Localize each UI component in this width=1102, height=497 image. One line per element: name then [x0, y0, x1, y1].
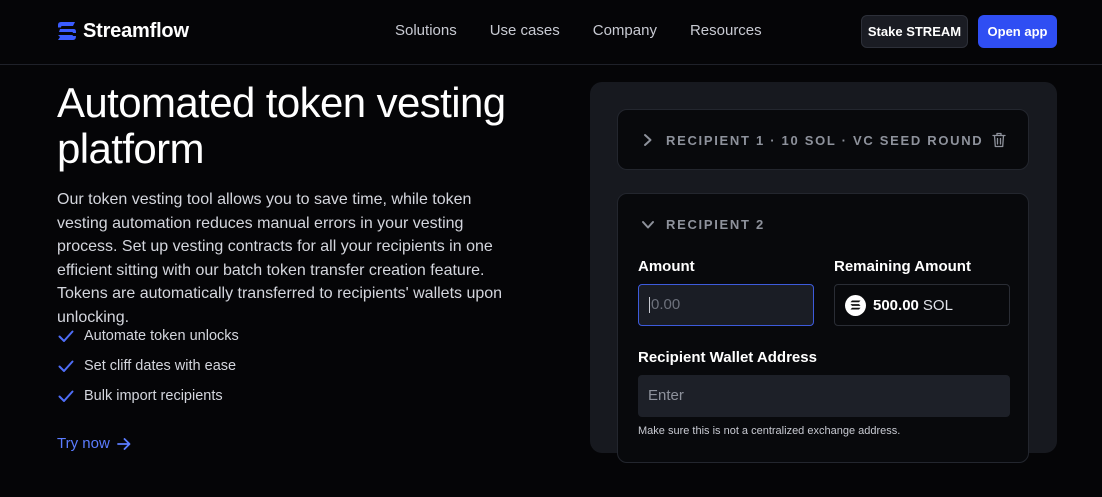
- feature-label: Bulk import recipients: [84, 388, 223, 404]
- recipient-1-label: RECIPIENT 1 · 10 SOL · VC SEED ROUND: [666, 133, 984, 148]
- chevron-down-icon[interactable]: [641, 219, 655, 231]
- hero-title-line-1: Automated token vesting: [57, 79, 506, 126]
- recipient-1-row[interactable]: RECIPIENT 1 · 10 SOL · VC SEED ROUND: [617, 109, 1029, 170]
- solana-icon: [845, 294, 866, 316]
- stake-stream-button[interactable]: Stake STREAM: [861, 15, 968, 48]
- check-icon: [58, 390, 74, 402]
- amount-input[interactable]: 0.00: [638, 284, 814, 326]
- nav-use-cases[interactable]: Use cases: [490, 22, 560, 40]
- arrow-right-icon: [116, 437, 131, 450]
- recipient-2-card: RECIPIENT 2 Amount 0.00 Remaining Amount…: [617, 193, 1029, 463]
- remaining-amount-unit: SOL: [922, 296, 953, 314]
- hero-description: Our token vesting tool allows you to sav…: [57, 191, 503, 326]
- hero-title-line-2: platform: [57, 125, 205, 172]
- wallet-address-input[interactable]: Enter: [638, 375, 1010, 417]
- open-app-button[interactable]: Open app: [978, 15, 1057, 48]
- nav-resources[interactable]: Resources: [690, 22, 762, 40]
- amount-label: Amount: [638, 258, 695, 275]
- feature-item: Automate token unlocks: [57, 321, 239, 351]
- brand-name: Streamflow: [83, 19, 189, 42]
- remaining-amount-display: 500.00 SOL: [834, 284, 1010, 326]
- try-now-link[interactable]: Try now: [57, 435, 132, 452]
- nav-solutions[interactable]: Solutions: [395, 22, 457, 40]
- nav-company[interactable]: Company: [593, 22, 657, 40]
- chevron-right-icon[interactable]: [642, 133, 654, 147]
- streamflow-logo-icon: [58, 22, 76, 40]
- feature-label: Set cliff dates with ease: [84, 358, 237, 374]
- wallet-address-hint: Make sure this is not a centralized exch…: [638, 425, 901, 437]
- check-icon: [58, 330, 74, 342]
- trash-icon[interactable]: [992, 132, 1006, 148]
- remaining-amount-label: Remaining Amount: [834, 258, 971, 275]
- main-nav: Solutions Use cases Company Resources: [395, 22, 795, 40]
- feature-list: Automate token unlocks Set cliff dates w…: [57, 321, 239, 411]
- recipient-2-label: RECIPIENT 2: [666, 217, 765, 232]
- solana-glyph: [850, 300, 861, 310]
- amount-placeholder: 0.00: [651, 296, 681, 313]
- wallet-address-label: Recipient Wallet Address: [638, 349, 817, 366]
- wallet-address-placeholder: Enter: [648, 387, 684, 404]
- text-caret: [649, 297, 650, 314]
- remaining-amount-value: 500.00: [873, 296, 919, 314]
- check-icon: [58, 360, 74, 372]
- try-now-label: Try now: [57, 435, 110, 452]
- feature-item: Set cliff dates with ease: [57, 351, 239, 381]
- feature-item: Bulk import recipients: [57, 381, 239, 411]
- hero-title: Automated token vesting platform: [57, 80, 547, 172]
- feature-label: Automate token unlocks: [84, 328, 239, 344]
- top-header: Streamflow Solutions Use cases Company R…: [0, 0, 1102, 65]
- brand-logo[interactable]: Streamflow: [57, 20, 189, 42]
